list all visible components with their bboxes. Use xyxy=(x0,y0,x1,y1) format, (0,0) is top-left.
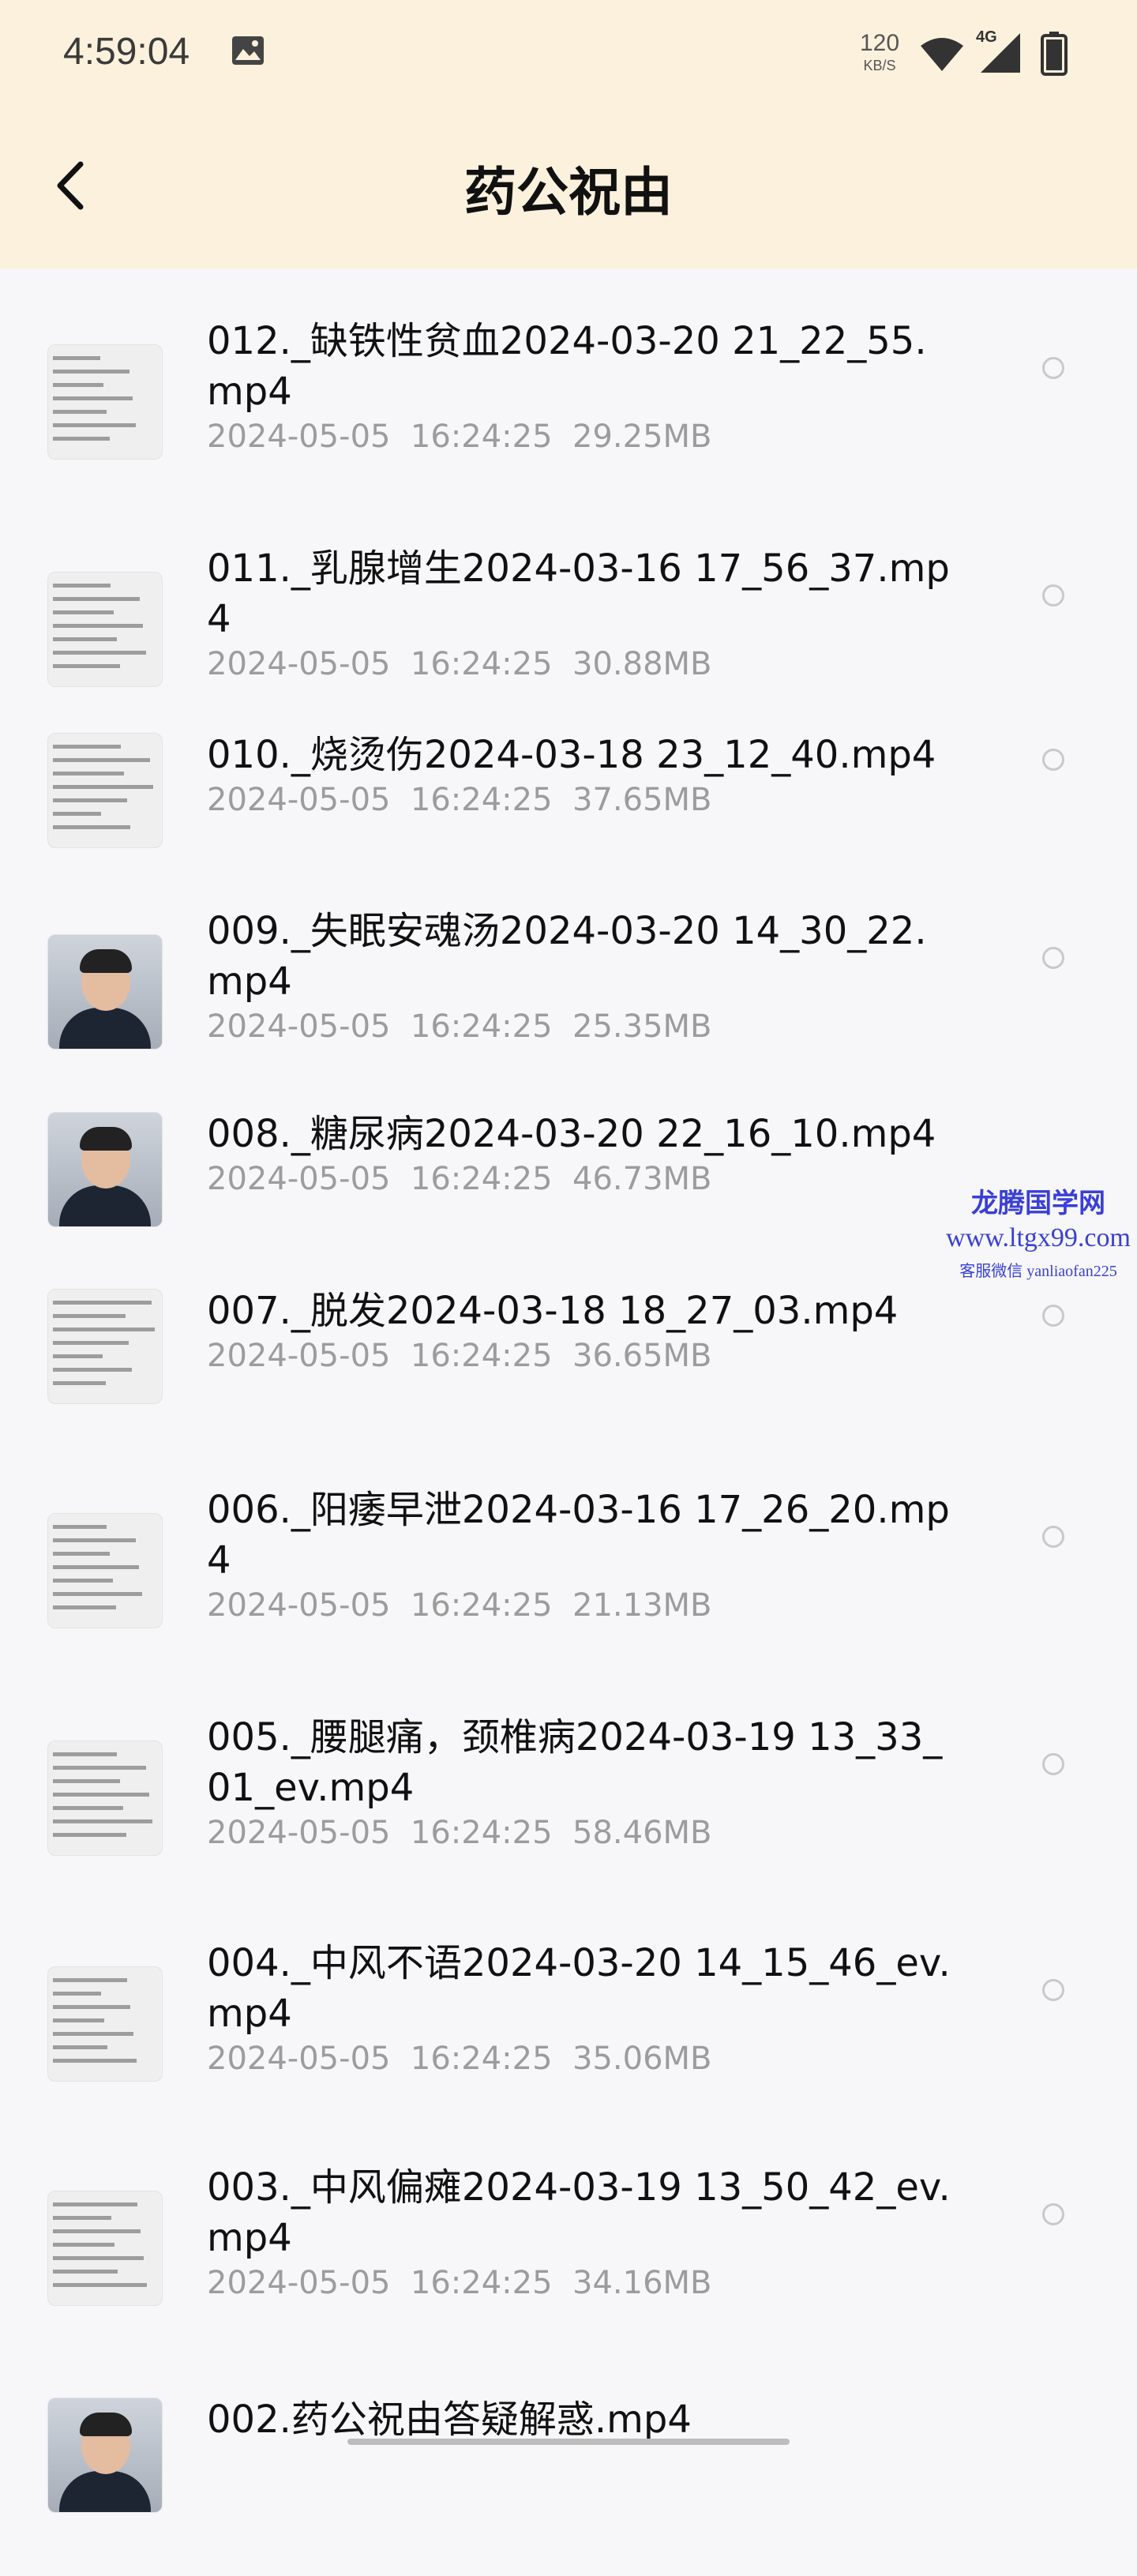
file-name: 006._阳痿早泄2024-03-16 17_26_20.mp4 xyxy=(207,1488,950,1583)
file-date: 2024-05-05 xyxy=(207,2265,391,2301)
home-indicator xyxy=(347,2439,790,2445)
file-meta: 2024-05-05 16:24:25 37.65MB xyxy=(207,782,711,818)
file-row[interactable]: 010._烧烫伤2024-03-18 23_12_40.mp4 2024-05-0… xyxy=(0,681,1137,886)
file-name: 012._缺铁性贫血2024-03-20 21_22_55.mp4 xyxy=(207,319,927,414)
file-date: 2024-05-05 xyxy=(207,2041,391,2077)
video-thumbnail xyxy=(47,2191,163,2306)
file-date: 2024-05-05 xyxy=(207,646,391,682)
file-meta: 2024-05-05 16:24:25 30.88MB xyxy=(207,646,711,682)
select-radio[interactable] xyxy=(1042,1753,1064,1775)
watermark: 龙腾国学网 www.ltgx99.com 客服微信 yanliaofan225 xyxy=(946,1189,1131,1280)
file-size: 30.88MB xyxy=(572,646,712,682)
file-row[interactable]: 009._失眠安魂汤2024-03-20 14_30_22.mp4 2024-05… xyxy=(0,858,1137,1064)
file-row[interactable]: 006._阳痿早泄2024-03-16 17_26_20.mp4 2024-05-… xyxy=(0,1437,1137,1643)
battery-icon xyxy=(1041,32,1068,76)
select-radio[interactable] xyxy=(1042,749,1064,771)
file-row[interactable]: 004._中风不语2024-03-20 14_15_46_ev.mp4 2024-… xyxy=(0,1891,1137,2096)
network-type: 4G xyxy=(976,28,997,46)
select-radio[interactable] xyxy=(1042,1526,1064,1548)
select-radio[interactable] xyxy=(1042,1979,1064,2001)
file-row[interactable]: 011._乳腺增生2024-03-16 17_56_37.mp4 2024-05-… xyxy=(0,496,1137,701)
file-meta: 2024-05-05 16:24:25 35.06MB xyxy=(207,2041,711,2077)
file-time: 16:24:25 xyxy=(410,1338,553,1374)
file-date: 2024-05-05 xyxy=(207,1338,391,1374)
video-thumbnail xyxy=(47,2398,163,2513)
file-meta: 2024-05-05 16:24:25 36.65MB xyxy=(207,1338,711,1374)
file-time: 16:24:25 xyxy=(410,782,553,818)
file-size: 34.16MB xyxy=(572,2265,712,2301)
video-thumbnail xyxy=(47,572,163,687)
net-speed: 120 KB/S xyxy=(859,30,900,73)
file-date: 2024-05-05 xyxy=(207,1587,391,1624)
file-time: 16:24:25 xyxy=(410,2265,553,2301)
file-name: 002.药公祝由答疑解惑.mp4 xyxy=(207,2398,692,2442)
status-time: 4:59:04 xyxy=(63,31,190,73)
file-date: 2024-05-05 xyxy=(207,782,391,818)
wifi-icon xyxy=(921,38,963,71)
file-size: 46.73MB xyxy=(572,1161,712,1197)
file-name: 009._失眠安魂汤2024-03-20 14_30_22.mp4 xyxy=(207,909,927,1004)
select-radio[interactable] xyxy=(1042,947,1064,969)
file-name: 011._乳腺增生2024-03-16 17_56_37.mp4 xyxy=(207,546,950,641)
video-thumbnail xyxy=(47,1289,163,1404)
file-size: 25.35MB xyxy=(572,1008,712,1045)
file-time: 16:24:25 xyxy=(410,646,553,682)
video-thumbnail xyxy=(47,733,163,848)
select-radio[interactable] xyxy=(1042,2203,1064,2225)
file-name: 010._烧烫伤2024-03-18 23_12_40.mp4 xyxy=(207,733,936,777)
file-time: 16:24:25 xyxy=(410,1587,553,1624)
file-row[interactable]: 002.药公祝由答疑解惑.mp4 xyxy=(0,2371,1137,2576)
app-header: 4:59:04 120 KB/S 4G 药公祝由 xyxy=(0,0,1137,268)
file-name: 003._中风偏瘫2024-03-19 13_50_42_ev.mp4 xyxy=(207,2165,951,2260)
file-size: 37.65MB xyxy=(572,782,712,818)
file-time: 16:24:25 xyxy=(410,2041,553,2077)
file-name: 008._糖尿病2024-03-20 22_16_10.mp4 xyxy=(207,1112,936,1156)
file-date: 2024-05-05 xyxy=(207,1161,391,1197)
image-icon xyxy=(232,36,264,65)
select-radio[interactable] xyxy=(1042,357,1064,379)
file-size: 58.46MB xyxy=(572,1815,712,1851)
file-size: 21.13MB xyxy=(572,1587,712,1624)
file-meta: 2024-05-05 16:24:25 25.35MB xyxy=(207,1008,711,1045)
select-radio[interactable] xyxy=(1042,584,1064,606)
video-thumbnail xyxy=(47,1112,163,1227)
select-radio[interactable] xyxy=(1042,1305,1064,1327)
file-date: 2024-05-05 xyxy=(207,419,391,455)
file-name: 004._中风不语2024-03-20 14_15_46_ev.mp4 xyxy=(207,1941,951,2036)
file-date: 2024-05-05 xyxy=(207,1008,391,1045)
file-time: 16:24:25 xyxy=(410,1161,553,1197)
file-time: 16:24:25 xyxy=(410,1008,553,1045)
file-meta: 2024-05-05 16:24:25 58.46MB xyxy=(207,1815,711,1851)
video-thumbnail xyxy=(47,344,163,460)
file-size: 29.25MB xyxy=(572,419,712,455)
file-row[interactable]: 012._缺铁性贫血2024-03-20 21_22_55.mp4 2024-05… xyxy=(0,268,1137,474)
file-meta: 2024-05-05 16:24:25 46.73MB xyxy=(207,1161,711,1197)
file-meta: 2024-05-05 16:24:25 29.25MB xyxy=(207,419,711,455)
file-name: 005._腰腿痛，颈椎病2024-03-19 13_33_01_ev.mp4 xyxy=(207,1715,943,1810)
video-thumbnail xyxy=(47,934,163,1050)
video-thumbnail xyxy=(47,1740,163,1856)
file-time: 16:24:25 xyxy=(410,1815,553,1851)
file-meta: 2024-05-05 16:24:25 21.13MB xyxy=(207,1587,711,1624)
file-name: 007._脱发2024-03-18 18_27_03.mp4 xyxy=(207,1289,899,1333)
file-time: 16:24:25 xyxy=(410,419,553,455)
video-thumbnail xyxy=(47,1513,163,1628)
file-size: 35.06MB xyxy=(572,2041,712,2077)
video-thumbnail xyxy=(47,1966,163,2082)
file-row[interactable]: 003._中风偏瘫2024-03-19 13_50_42_ev.mp4 2024-… xyxy=(0,2115,1137,2320)
file-date: 2024-05-05 xyxy=(207,1815,391,1851)
page-title: 药公祝由 xyxy=(464,162,673,223)
file-meta: 2024-05-05 16:24:25 34.16MB xyxy=(207,2265,711,2301)
file-size: 36.65MB xyxy=(572,1338,712,1374)
file-row[interactable]: 005._腰腿痛，颈椎病2024-03-19 13_33_01_ev.mp4 20… xyxy=(0,1665,1137,1870)
